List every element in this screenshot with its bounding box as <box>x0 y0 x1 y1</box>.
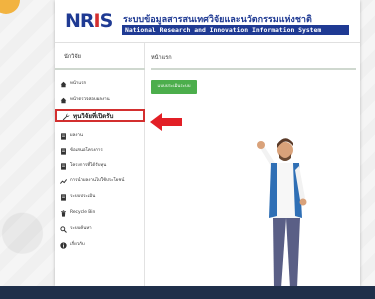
sidebar-item-about[interactable]: เกี่ยวกับ <box>55 238 145 252</box>
sidebar-item-funded-projects[interactable]: โครงการที่ได้รับทุน <box>55 159 145 173</box>
presenter-illustration <box>257 138 307 294</box>
site-title-english: National Research and Innovation Informa… <box>125 26 322 34</box>
sidebar-item-assessment[interactable]: ระบบประเมิน <box>55 190 145 204</box>
sidebar-item-label: ผลงาน <box>70 133 83 138</box>
sidebar-item-works[interactable]: ผลงาน <box>55 129 145 143</box>
sidebar-item-recycle-bin[interactable]: Recycle Bin <box>55 206 145 220</box>
sidebar-item-label: ทุนวิจัยที่เปิดรับ <box>73 113 114 120</box>
sidebar: นักวิจัย หน้าแรก หน้าตรวจสอบผลงาน ทุนวิจ… <box>55 43 145 286</box>
sidebar-item-label: ข้อเสนอโครงการ <box>70 148 103 153</box>
sidebar-item-search[interactable]: ระบบค้นหา <box>55 222 145 236</box>
page-title: หน้าแรก <box>151 55 172 61</box>
home-icon <box>60 97 67 104</box>
sidebar-heading: นักวิจัย <box>64 54 81 60</box>
sidebar-item-label: ระบบประเมิน <box>70 194 96 199</box>
logo-wordmark: NRIS <box>65 10 114 32</box>
document-icon <box>61 163 66 170</box>
sidebar-item-utilization[interactable]: การนำผลงานไปใช้ประโยชน์ <box>55 174 145 188</box>
main-divider <box>151 68 356 70</box>
sidebar-divider <box>55 68 145 70</box>
site-title-thai: ระบบข้อมูลสารสนเทศวิจัยและนวัตกรรมแห่งชา… <box>123 15 312 25</box>
sidebar-item-label: ระบบค้นหา <box>70 226 92 231</box>
sidebar-item-label: หน้าแรก <box>70 81 87 86</box>
info-icon <box>60 242 67 249</box>
sidebar-item-open-grants[interactable]: ทุนวิจัยที่เปิดรับ <box>55 109 145 124</box>
sidebar-item-proposals[interactable]: ข้อเสนอโครงการ <box>55 144 145 158</box>
sidebar-item-label: หน้าตรวจสอบผลงาน <box>70 97 110 102</box>
wrench-icon <box>62 113 70 121</box>
chart-line-icon <box>60 179 67 184</box>
sidebar-item-review[interactable]: หน้าตรวจสอบผลงาน <box>55 93 145 107</box>
site-header: NRIS ระบบข้อมูลสารสนเทศวิจัยและนวัตกรรมแ… <box>55 0 360 43</box>
document-icon <box>61 148 66 155</box>
home-icon <box>60 81 67 88</box>
footer-bar <box>0 286 375 299</box>
search-icon <box>60 226 67 233</box>
sidebar-item-label: การนำผลงานไปใช้ประโยชน์ <box>70 178 125 183</box>
logo-letter: S <box>99 10 114 32</box>
logo-letter: R <box>79 10 95 32</box>
logo-letter: N <box>65 10 81 32</box>
sidebar-item-label: โครงการที่ได้รับทุน <box>70 163 107 168</box>
sidebar-item-label: เกี่ยวกับ <box>70 242 85 247</box>
highlight-box: ทุนวิจัยที่เปิดรับ <box>55 109 145 122</box>
sidebar-item-home[interactable]: หน้าแรก <box>55 77 145 91</box>
trash-icon <box>61 210 66 217</box>
document-icon <box>61 133 66 140</box>
red-arrow-icon <box>150 113 182 131</box>
system-assessment-button[interactable]: แบบประเมินระบบ <box>151 80 197 94</box>
sidebar-item-label: Recycle Bin <box>70 210 96 215</box>
nris-logo[interactable]: NRIS <box>65 10 117 32</box>
document-icon <box>61 194 66 201</box>
page: NRIS ระบบข้อมูลสารสนเทศวิจัยและนวัตกรรมแ… <box>0 0 375 299</box>
